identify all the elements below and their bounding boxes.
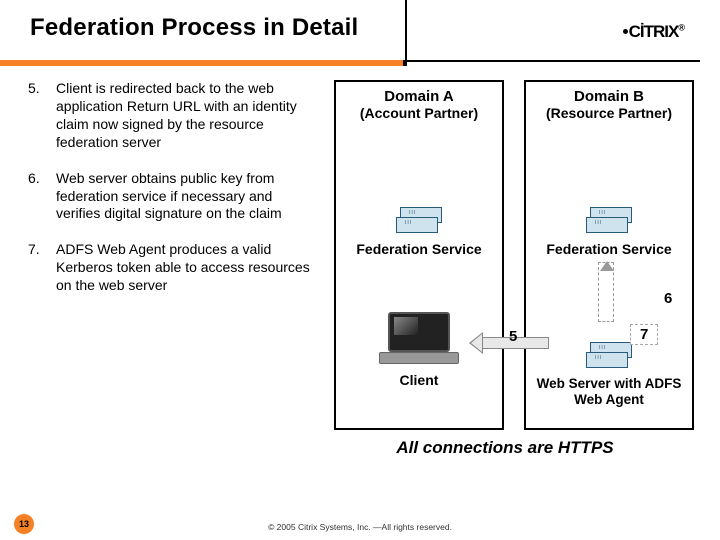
domain-a-box: Domain A (Account Partner) III III Feder… (334, 80, 504, 430)
slide: Federation Process in Detail CİTRIX® 5. … (0, 0, 720, 540)
web-server-node: III III Web Server with ADFS Web Agent (526, 342, 692, 408)
divider-black (405, 60, 700, 62)
steps-list: 5. Client is redirected back to the web … (28, 80, 314, 490)
server-icon: III III (396, 207, 442, 237)
domain-a-subtitle: (Account Partner) (336, 105, 502, 129)
federation-service-a: III III Federation Service (336, 207, 502, 257)
arrow-5-label: 5 (509, 328, 517, 345)
divider-vert (405, 0, 407, 66)
step-text: Web server obtains public key from feder… (56, 170, 314, 224)
federation-label: Federation Service (526, 241, 692, 257)
step-7: 7. ADFS Web Agent produces a valid Kerbe… (28, 241, 314, 295)
federation-label: Federation Service (336, 241, 502, 257)
domain-b-subtitle: (Resource Partner) (526, 105, 692, 129)
arrow-6 (598, 262, 614, 322)
citrix-logo: CİTRIX® (623, 22, 684, 42)
page-title: Federation Process in Detail (30, 14, 696, 42)
server-icon: III III (586, 207, 632, 237)
step-text: ADFS Web Agent produces a valid Kerberos… (56, 241, 314, 295)
arrow-7-label: 7 (630, 324, 658, 345)
copyright-footer: © 2005 Citrix Systems, Inc. —All rights … (0, 522, 720, 532)
content: 5. Client is redirected back to the web … (0, 80, 720, 490)
step-number: 5. (28, 80, 56, 152)
federation-service-b: III III Federation Service (526, 207, 692, 257)
step-6: 6. Web server obtains public key from fe… (28, 170, 314, 224)
step-number: 7. (28, 241, 56, 295)
divider-orange (0, 60, 405, 66)
https-footnote: All connections are HTTPS (300, 438, 710, 458)
domain-b-box: Domain B (Resource Partner) III III Fede… (524, 80, 694, 430)
diagram: Domain A (Account Partner) III III Feder… (314, 80, 700, 490)
arrow-6-label: 6 (664, 290, 672, 307)
laptop-icon (379, 312, 459, 366)
step-text: Client is redirected back to the web app… (56, 80, 314, 152)
step-number: 6. (28, 170, 56, 224)
web-server-label: Web Server with ADFS Web Agent (526, 376, 692, 408)
server-icon: III III (586, 342, 632, 372)
step-5: 5. Client is redirected back to the web … (28, 80, 314, 152)
client-label: Client (336, 372, 502, 388)
domain-a-title: Domain A (336, 82, 502, 105)
domain-b-title: Domain B (526, 82, 692, 105)
